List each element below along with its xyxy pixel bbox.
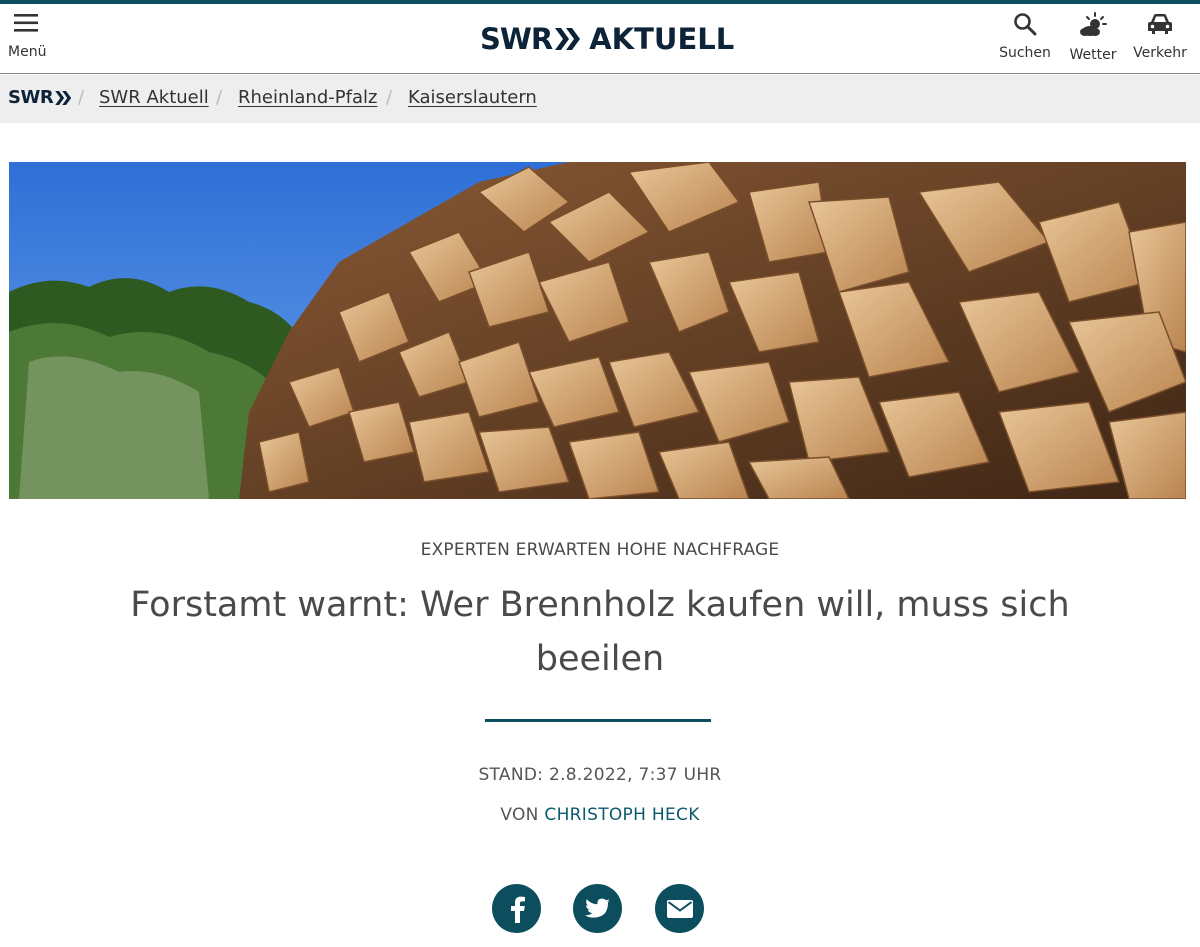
article-author: VON CHRISTOPH HECK — [0, 805, 1200, 825]
logo-swr-text: SWR — [480, 22, 553, 56]
site-header: Menü SWR AKTUELL Suchen Wetter Verkehr — [0, 4, 1200, 74]
breadcrumb-separator: / — [386, 87, 393, 108]
breadcrumb-item-swr-aktuell[interactable]: SWR Aktuell — [99, 87, 209, 108]
breadcrumb-item-rheinland-pfalz[interactable]: Rheinland-Pfalz — [238, 87, 377, 108]
breadcrumb-swr-logo[interactable]: SWR — [8, 87, 72, 108]
breadcrumb-chevrons-icon — [55, 90, 72, 105]
hamburger-icon — [14, 14, 38, 32]
article-date: STAND: 2.8.2022, 7:37 UHR — [478, 765, 722, 785]
article-title: Forstamt warnt: Wer Brennholz kaufen wil… — [130, 585, 1070, 679]
breadcrumb: SWR / SWR Aktuell / Rheinland-Pfalz / Ka… — [0, 75, 1200, 123]
search-icon — [1014, 13, 1037, 36]
article-kicker: EXPERTEN ERWARTEN HOHE NACHFRAGE — [420, 540, 780, 560]
facebook-icon — [510, 896, 525, 923]
weather-icon — [1080, 12, 1107, 36]
share-mail-button[interactable] — [655, 884, 704, 933]
traffic-button[interactable]: Verkehr — [1132, 12, 1188, 61]
twitter-icon — [584, 898, 610, 918]
logo-aktuell-text: AKTUELL — [589, 22, 735, 56]
menu-button[interactable]: Menü — [8, 14, 52, 68]
breadcrumb-item-kaiserslautern[interactable]: Kaiserslautern — [408, 87, 537, 108]
car-icon — [1148, 14, 1172, 34]
traffic-label: Verkehr — [1133, 45, 1187, 61]
weather-label: Wetter — [1069, 47, 1117, 63]
hero-image-firewood — [9, 162, 1186, 499]
share-twitter-button[interactable] — [573, 884, 622, 933]
title-divider — [485, 719, 711, 722]
search-label: Suchen — [999, 45, 1051, 61]
logo-chevrons-icon — [555, 28, 581, 50]
search-button[interactable]: Suchen — [997, 12, 1053, 61]
share-facebook-button[interactable] — [492, 884, 541, 933]
author-prefix: VON — [500, 805, 539, 825]
breadcrumb-separator: / — [78, 87, 85, 108]
menu-label: Menü — [8, 44, 47, 60]
weather-button[interactable]: Wetter — [1066, 12, 1120, 63]
breadcrumb-separator: / — [216, 87, 223, 108]
breadcrumb-logo-text: SWR — [8, 87, 54, 108]
mail-icon — [666, 899, 693, 918]
swr-aktuell-logo[interactable]: SWR AKTUELL — [480, 22, 735, 56]
author-link[interactable]: CHRISTOPH HECK — [544, 805, 699, 825]
